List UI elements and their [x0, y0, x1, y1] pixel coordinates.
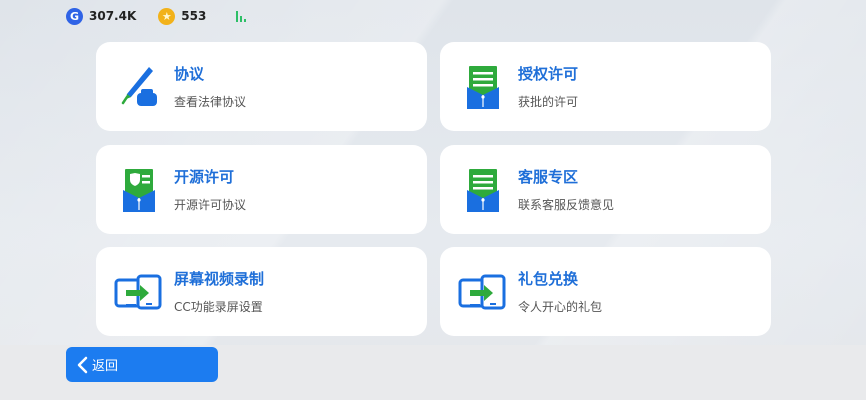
- card-subtitle: 联系客服反馈意见: [518, 198, 615, 212]
- back-button-label: 返回: [92, 359, 119, 374]
- star-coin-value: 553: [181, 9, 207, 23]
- card-subtitle: 令人开心的礼包: [518, 300, 603, 314]
- currency-bar: G 307.4K ★ 553: [66, 6, 248, 26]
- document-icon: [457, 164, 509, 216]
- card-screen-recording[interactable]: 屏幕视频录制 CC功能录屏设置: [96, 247, 427, 336]
- g-coin-stat: G 307.4K: [66, 7, 137, 25]
- star-coin-stat: ★ 553: [158, 7, 207, 25]
- screen-transfer-icon: [113, 266, 165, 318]
- document-icon: [457, 61, 509, 113]
- card-gift-redeem[interactable]: 礼包兑换 令人开心的礼包: [440, 247, 771, 336]
- card-agreement[interactable]: 协议 查看法律协议: [96, 42, 427, 131]
- signal-icon: [236, 10, 248, 22]
- card-subtitle: 开源许可协议: [174, 198, 247, 212]
- card-title: 礼包兑换: [518, 270, 579, 288]
- g-coin-icon: G: [66, 7, 83, 25]
- certificate-icon: [113, 164, 165, 216]
- card-customer-service[interactable]: 客服专区 联系客服反馈意见: [440, 145, 771, 234]
- chevron-left-icon: [76, 356, 88, 374]
- card-title: 屏幕视频录制: [174, 270, 265, 288]
- card-title: 协议: [174, 65, 205, 83]
- pen-icon: [113, 61, 165, 113]
- card-license[interactable]: 授权许可 获批的许可: [440, 42, 771, 131]
- card-subtitle: 查看法律协议: [174, 95, 247, 109]
- card-title: 开源许可: [174, 168, 235, 186]
- star-coin-icon: ★: [158, 7, 176, 25]
- card-title: 客服专区: [518, 168, 579, 186]
- back-button[interactable]: 返回: [66, 347, 218, 382]
- card-subtitle: CC功能录屏设置: [174, 300, 263, 314]
- screen-transfer-icon: [457, 266, 509, 318]
- card-subtitle: 获批的许可: [518, 95, 579, 109]
- card-open-source-license[interactable]: 开源许可 开源许可协议: [96, 145, 427, 234]
- card-title: 授权许可: [518, 65, 579, 83]
- g-coin-value: 307.4K: [89, 9, 137, 23]
